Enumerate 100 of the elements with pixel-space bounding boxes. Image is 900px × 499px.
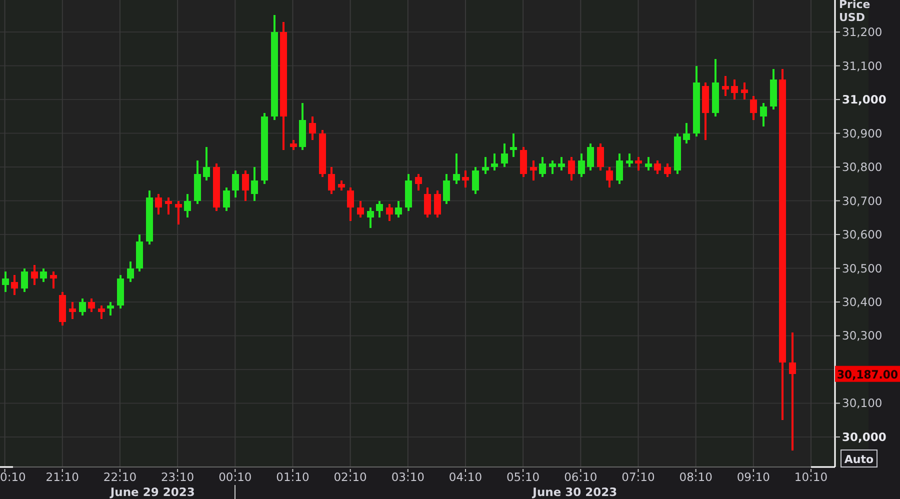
axis-label: 30,400 bbox=[842, 295, 882, 309]
candlestick bbox=[88, 298, 95, 312]
candlestick bbox=[530, 160, 537, 181]
candlestick bbox=[223, 187, 230, 211]
candlestick bbox=[386, 204, 393, 222]
candlestick bbox=[31, 264, 38, 286]
candlestick bbox=[203, 146, 210, 181]
candlestick bbox=[453, 154, 460, 184]
candlestick bbox=[405, 174, 412, 211]
candlestick bbox=[645, 156, 652, 170]
candlestick bbox=[520, 146, 527, 178]
candlestick bbox=[328, 167, 335, 194]
candlestick bbox=[107, 302, 114, 316]
axis-label: 10:10 bbox=[794, 470, 828, 484]
candlestick bbox=[501, 143, 508, 168]
candlestick bbox=[2, 272, 9, 292]
axis-label: 23:10 bbox=[160, 470, 194, 484]
axis-label: 30,600 bbox=[842, 228, 882, 242]
axis-label: 30,900 bbox=[842, 126, 882, 140]
candlestick bbox=[251, 167, 258, 201]
candlestick bbox=[702, 82, 709, 140]
candlestick bbox=[616, 154, 623, 184]
candlestick bbox=[347, 187, 354, 222]
candlestick bbox=[184, 194, 191, 218]
candlestick bbox=[664, 164, 671, 178]
candlestick bbox=[146, 190, 153, 245]
candlestick bbox=[491, 154, 498, 170]
candlestick bbox=[770, 69, 777, 110]
axis-label: 02:10 bbox=[334, 470, 367, 484]
axis-label: 07:10 bbox=[622, 470, 655, 484]
axis-label: 04:10 bbox=[448, 470, 482, 484]
candlestick bbox=[232, 170, 239, 198]
candlestick bbox=[367, 208, 374, 228]
axis-label: 30,800 bbox=[842, 160, 882, 174]
candlestick bbox=[462, 170, 469, 188]
candlestick bbox=[309, 116, 316, 140]
date-label: June 29 2023 bbox=[110, 485, 195, 499]
candlestick bbox=[674, 133, 681, 174]
candlestick bbox=[175, 200, 182, 224]
axis-label: 06:10 bbox=[564, 470, 598, 484]
candlestick bbox=[395, 200, 402, 218]
axis-label: 05:10 bbox=[506, 470, 540, 484]
axis-label: 31,100 bbox=[842, 58, 882, 73]
candlestick bbox=[261, 113, 268, 184]
axis-label: 08:10 bbox=[679, 470, 712, 484]
candlestick bbox=[127, 262, 134, 282]
candlestick bbox=[683, 123, 690, 144]
candlestick bbox=[136, 234, 143, 272]
candlestick bbox=[597, 143, 604, 170]
candlestick bbox=[242, 170, 249, 201]
candlestick bbox=[510, 133, 517, 157]
candlestick bbox=[69, 302, 76, 319]
auto-button[interactable]: Auto bbox=[840, 450, 878, 468]
axis-label: 30,000 bbox=[842, 430, 886, 444]
axis-label: 22:10 bbox=[103, 470, 137, 484]
candlestick bbox=[299, 102, 306, 150]
candlestick bbox=[606, 167, 613, 188]
candlestick bbox=[741, 82, 748, 100]
candlestick bbox=[165, 197, 172, 214]
candlestick bbox=[750, 96, 757, 120]
axis-label: 31,200 bbox=[842, 25, 882, 40]
candlestick bbox=[693, 66, 700, 137]
candlestick bbox=[194, 160, 201, 204]
axis-label: 21:10 bbox=[46, 470, 79, 484]
axis-label: 31,000 bbox=[842, 92, 886, 107]
date-label: June 30 2023 bbox=[532, 485, 618, 499]
candlestick bbox=[21, 268, 28, 292]
axis-label: 03:10 bbox=[391, 470, 424, 484]
candlestick bbox=[11, 275, 18, 296]
candlestick bbox=[549, 160, 556, 174]
candlestick bbox=[722, 76, 729, 96]
candlestick bbox=[357, 200, 364, 218]
candlestick bbox=[587, 143, 594, 170]
candlestick bbox=[376, 200, 383, 218]
price-tag: 30,187.00 bbox=[835, 366, 900, 382]
candlestick bbox=[626, 154, 633, 168]
candlestick bbox=[424, 187, 431, 218]
candlestick bbox=[558, 156, 565, 170]
candlestick bbox=[338, 180, 345, 191]
axis-label: 30,300 bbox=[842, 328, 882, 343]
axis-label: 30,100 bbox=[842, 396, 882, 410]
candlestick bbox=[434, 190, 441, 218]
candlestick bbox=[578, 154, 585, 178]
candlestick bbox=[712, 59, 719, 116]
candlestick bbox=[319, 130, 326, 178]
candlestick bbox=[654, 160, 661, 174]
candlestick bbox=[213, 164, 220, 211]
candlestick bbox=[290, 140, 297, 150]
candlestick bbox=[539, 156, 546, 178]
candlestick bbox=[443, 174, 450, 204]
axis-label: 0:10 bbox=[0, 470, 26, 484]
axis-title: Price bbox=[839, 0, 870, 11]
axis-label: 01:10 bbox=[276, 470, 310, 484]
candlestick bbox=[50, 272, 57, 288]
candlestick bbox=[731, 79, 738, 100]
candlestick bbox=[482, 156, 489, 174]
candlestick bbox=[79, 298, 86, 316]
axis-title: USD bbox=[839, 11, 865, 24]
candlestick bbox=[59, 292, 66, 326]
candlestick bbox=[415, 174, 422, 191]
